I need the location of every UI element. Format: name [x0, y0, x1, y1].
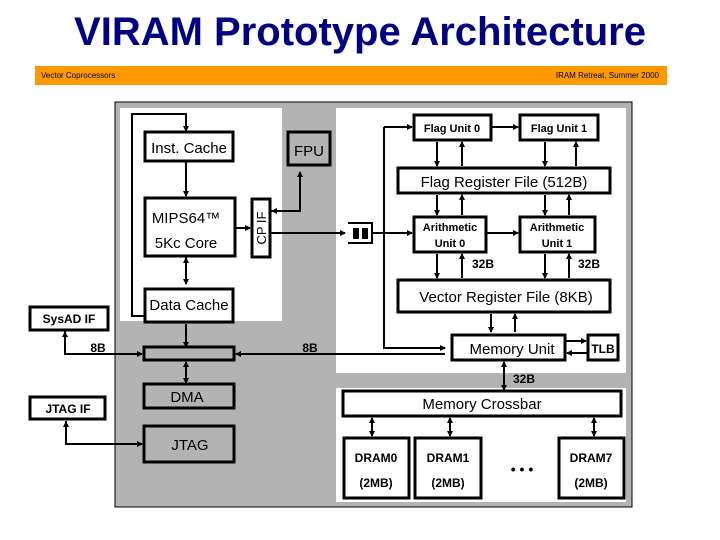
flag-register-file-label: Flag Register File (512B) — [421, 174, 588, 191]
mips-core-label-2: 5Kc Core — [155, 235, 218, 252]
arith1-bandwidth-label: 32B — [578, 257, 600, 271]
inst-cache-label: Inst. Cache — [151, 140, 227, 157]
data-cache-label: Data Cache — [149, 297, 228, 314]
cp-if-label: CP IF — [254, 211, 269, 244]
dram1-label-1: DRAM1 — [427, 451, 470, 465]
mips-core-label-1: MIPS64™ — [152, 210, 220, 227]
sysad-if-label: SysAD IF — [43, 312, 96, 326]
dma-label: DMA — [170, 389, 203, 406]
dram7-label-2: (2MB) — [574, 476, 607, 490]
arithmetic-unit-0-label-2: Unit 0 — [435, 238, 466, 250]
queue-slot-1 — [353, 228, 359, 239]
system-bus-block — [142, 345, 236, 362]
architecture-diagram: Inst. Cache FPU MIPS64™ 5Kc Core CP IF D… — [28, 101, 633, 508]
dram7-label-1: DRAM7 — [570, 451, 613, 465]
flag-unit-1-label: Flag Unit 1 — [531, 123, 587, 135]
arithmetic-unit-0-label-1: Arithmetic — [423, 222, 477, 234]
dram-ellipsis: • • • — [511, 461, 534, 477]
tlb-label: TLB — [591, 342, 615, 356]
memory-unit-label: Memory Unit — [469, 341, 555, 358]
arithmetic-unit-1-label-1: Arithmetic — [530, 222, 584, 234]
arith0-bandwidth-label: 32B — [472, 257, 494, 271]
dram0-label-2: (2MB) — [359, 476, 392, 490]
vector-register-file-label: Vector Register File (8KB) — [419, 289, 592, 306]
arithmetic-unit-1-label-2: Unit 1 — [542, 238, 573, 250]
flag-unit-0-label: Flag Unit 0 — [424, 123, 480, 135]
dram0-label-1: DRAM0 — [355, 451, 398, 465]
memory-crossbar-label: Memory Crossbar — [422, 396, 541, 413]
memory-bandwidth-label: 8B — [302, 341, 318, 355]
dram1-label-2: (2MB) — [431, 476, 464, 490]
queue-slot-2 — [362, 228, 368, 239]
fpu-label: FPU — [294, 143, 324, 160]
crossbar-bandwidth-label: 32B — [513, 372, 535, 386]
jtag-if-label: JTAG IF — [45, 402, 90, 416]
jtag-label: JTAG — [171, 437, 208, 454]
sysad-bandwidth-label: 8B — [90, 341, 106, 355]
